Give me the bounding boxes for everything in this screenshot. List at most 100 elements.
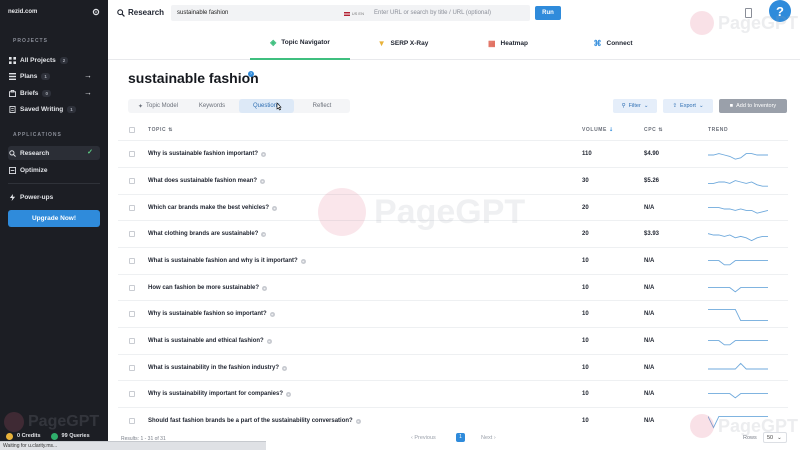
sidebar-item-plans[interactable]: Plans 1 → bbox=[8, 69, 100, 83]
volume-cell: 10 bbox=[582, 338, 589, 344]
row-checkbox[interactable] bbox=[129, 178, 135, 184]
topic-cell[interactable]: How can fashion be more sustainable? + bbox=[148, 285, 268, 291]
previous-button[interactable]: ‹ Previous bbox=[411, 435, 436, 441]
add-icon[interactable]: + bbox=[355, 418, 361, 424]
xray-icon: ▼ bbox=[377, 39, 386, 48]
table-row[interactable]: Which car brands make the best vehicles?… bbox=[118, 194, 788, 221]
add-icon[interactable]: + bbox=[262, 285, 268, 291]
table-row[interactable]: What clothing brands are sustainable? +20… bbox=[118, 220, 788, 247]
sidebar-item-briefs[interactable]: Briefs 0 → bbox=[8, 86, 100, 100]
table-row[interactable]: What is sustainable fashion and why is i… bbox=[118, 247, 788, 274]
gear-icon[interactable] bbox=[92, 8, 100, 16]
info-icon[interactable]: ? bbox=[248, 71, 254, 77]
page-title: sustainable fashion bbox=[128, 70, 259, 86]
row-checkbox[interactable] bbox=[129, 418, 135, 424]
volume-cell: 110 bbox=[582, 151, 592, 157]
subtab-keywords[interactable]: Keywords bbox=[182, 99, 242, 113]
table-row[interactable]: How can fashion be more sustainable? +10 N… bbox=[118, 274, 788, 301]
tab-connect[interactable]: ⌘ Connect bbox=[563, 27, 663, 60]
row-checkbox[interactable] bbox=[129, 258, 135, 264]
search-input[interactable]: sustainable fashion US EN bbox=[171, 5, 370, 21]
topic-cell[interactable]: Which car brands make the best vehicles?… bbox=[148, 205, 278, 211]
table-row[interactable]: What does sustainable fashion mean? +30 $5… bbox=[118, 167, 788, 194]
list-icon bbox=[8, 72, 16, 80]
column-header-volume[interactable]: VOLUME ⇣ bbox=[582, 127, 614, 133]
add-icon[interactable]: + bbox=[272, 205, 278, 211]
add-icon[interactable]: + bbox=[261, 231, 267, 237]
topic-cell[interactable]: Why is sustainable fashion so important?… bbox=[148, 311, 275, 317]
tab-topic-navigator[interactable]: ◈ Topic Navigator bbox=[250, 27, 350, 60]
export-icon: ⇪ bbox=[672, 103, 678, 109]
add-icon[interactable]: + bbox=[260, 178, 266, 184]
volume-cell: 10 bbox=[582, 285, 589, 291]
column-header-cpc[interactable]: CPC ⇅ bbox=[644, 127, 663, 133]
filter-button[interactable]: ⚲ Filter ⌄ bbox=[613, 99, 657, 113]
arrow-right-icon[interactable]: → bbox=[84, 88, 92, 97]
account-email[interactable]: nezid.com bbox=[8, 9, 37, 15]
inventory-label: Add to Inventory bbox=[736, 103, 777, 109]
rows-per-page-select[interactable]: 50 ⌄ bbox=[763, 432, 787, 443]
sidebar-item-research[interactable]: Research ✓ bbox=[8, 146, 100, 160]
table-row[interactable]: Why is sustainable fashion important? + 11… bbox=[118, 140, 788, 167]
row-checkbox[interactable] bbox=[129, 338, 135, 344]
row-checkbox[interactable] bbox=[129, 365, 135, 371]
next-button[interactable]: Next › bbox=[481, 435, 496, 441]
row-checkbox[interactable] bbox=[129, 205, 135, 211]
topic-cell[interactable]: What does sustainable fashion mean? + bbox=[148, 178, 266, 184]
sidebar-item-saved-writing[interactable]: Saved Writing 1 bbox=[8, 102, 100, 116]
topic-cell[interactable]: Should fast fashion brands be a part of … bbox=[148, 418, 361, 424]
volume-cell: 30 bbox=[582, 178, 589, 184]
upgrade-button[interactable]: Upgrade Now! bbox=[8, 210, 100, 227]
topic-cell[interactable]: What is sustainable fashion and why is i… bbox=[148, 258, 306, 264]
document-icon[interactable] bbox=[745, 8, 752, 18]
select-all-checkbox[interactable] bbox=[129, 127, 135, 133]
column-header-topic[interactable]: TOPIC ⇅ bbox=[148, 127, 173, 133]
row-checkbox[interactable] bbox=[129, 285, 135, 291]
topic-cell[interactable]: Why is sustainability important for comp… bbox=[148, 391, 292, 397]
add-icon[interactable]: + bbox=[300, 258, 306, 264]
tab-label: Topic Navigator bbox=[281, 39, 330, 46]
add-icon[interactable]: + bbox=[266, 338, 272, 344]
help-button[interactable]: ? bbox=[769, 0, 791, 22]
cpc-cell: N/A bbox=[644, 258, 655, 264]
topic-cell[interactable]: What is sustainable and ethical fashion?… bbox=[148, 338, 272, 344]
sidebar-item-optimize[interactable]: Optimize bbox=[8, 163, 100, 177]
chevron-down-icon: ⌄ bbox=[643, 103, 649, 109]
queries-count: 99 Queries bbox=[61, 433, 90, 439]
row-checkbox[interactable] bbox=[129, 311, 135, 317]
row-checkbox[interactable] bbox=[129, 151, 135, 157]
tab-serp-xray[interactable]: ▼ SERP X-Ray bbox=[353, 27, 453, 60]
topic-cell[interactable]: What is sustainability in the fashion in… bbox=[148, 365, 288, 371]
export-button[interactable]: ⇪ Export ⌄ bbox=[663, 99, 713, 113]
table-row[interactable]: What is sustainable and ethical fashion?… bbox=[118, 327, 788, 354]
count-badge: 2 bbox=[59, 56, 69, 64]
add-icon[interactable]: + bbox=[282, 365, 288, 371]
arrow-right-icon[interactable]: → bbox=[84, 71, 92, 80]
subtab-questions[interactable]: Questions bbox=[239, 99, 294, 113]
subtab-reflect[interactable]: Reflect bbox=[294, 99, 350, 113]
page-number[interactable]: 1 bbox=[456, 433, 465, 442]
add-icon[interactable]: + bbox=[286, 391, 292, 397]
trend-line bbox=[708, 362, 768, 370]
sidebar-item-powerups[interactable]: Power-ups bbox=[8, 190, 100, 204]
add-icon[interactable]: + bbox=[269, 311, 275, 317]
row-checkbox[interactable] bbox=[129, 231, 135, 237]
tab-label: SERP X-Ray bbox=[390, 40, 429, 47]
topic-cell[interactable]: What clothing brands are sustainable? + bbox=[148, 231, 267, 237]
tab-heatmap[interactable]: ▦ Heatmap bbox=[458, 27, 558, 60]
row-checkbox[interactable] bbox=[129, 391, 135, 397]
topic-cell[interactable]: Why is sustainable fashion important? + bbox=[148, 151, 267, 157]
table-row[interactable]: Why is sustainable fashion so important?… bbox=[118, 300, 788, 327]
url-input[interactable]: Enter URL or search by title / URL (opti… bbox=[368, 5, 530, 21]
trend-line bbox=[708, 180, 768, 187]
add-icon[interactable]: + bbox=[261, 151, 267, 157]
subtab-topic-model[interactable]: ✦ Topic Model bbox=[128, 99, 188, 113]
table-row[interactable]: Why is sustainability important for comp… bbox=[118, 380, 788, 407]
trend-sparkline bbox=[708, 340, 768, 346]
add-to-inventory-button[interactable]: ■ Add to Inventory bbox=[719, 99, 787, 113]
sidebar-item-all-projects[interactable]: All Projects 2 bbox=[8, 53, 100, 67]
table-row[interactable]: What is sustainability in the fashion in… bbox=[118, 354, 788, 381]
run-button[interactable]: Run bbox=[535, 6, 561, 20]
locale-selector[interactable]: US EN bbox=[343, 11, 364, 16]
volume-cell: 10 bbox=[582, 311, 589, 317]
